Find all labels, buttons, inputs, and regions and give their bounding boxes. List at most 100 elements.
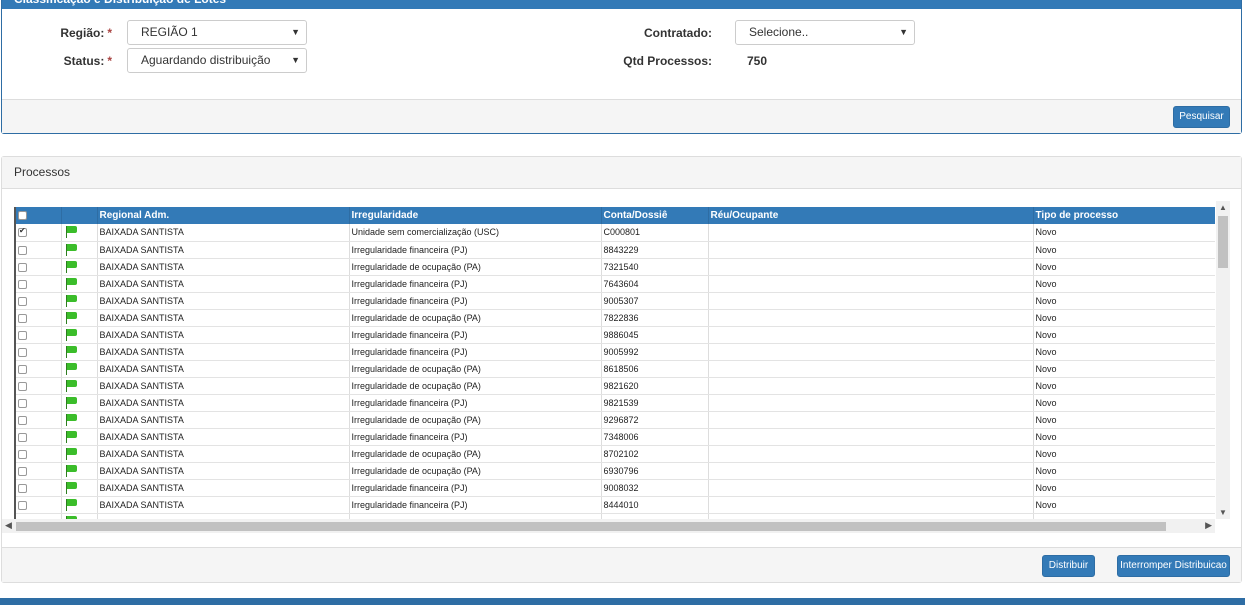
contratado-select-value: Selecione.. xyxy=(749,25,809,39)
table-row[interactable]: BAIXADA SANTISTA Irregularidade de ocupaç… xyxy=(16,462,1215,480)
column-header-tipo[interactable]: Tipo de processo xyxy=(1033,207,1215,224)
horizontal-scroll-thumb[interactable] xyxy=(16,522,1166,531)
green-flag-icon xyxy=(64,362,78,375)
cell-tipo: Novo xyxy=(1033,496,1215,514)
row-select-cell[interactable] xyxy=(16,411,62,429)
select-all-checkbox[interactable] xyxy=(18,210,27,220)
contratado-label: Contratado: xyxy=(644,26,712,40)
status-select[interactable]: Aguardando distribuição ▼ xyxy=(127,48,307,73)
row-checkbox[interactable] xyxy=(18,330,27,340)
table-row[interactable]: BAIXADA SANTISTA Irregularidade financeir… xyxy=(16,241,1215,259)
table-row[interactable]: BAIXADA SANTISTA Irregularidade de ocupaç… xyxy=(16,258,1215,276)
scroll-left-icon[interactable]: ◀ xyxy=(5,520,12,531)
status-flag-cell xyxy=(61,309,98,327)
row-select-cell[interactable] xyxy=(16,479,62,497)
row-checkbox[interactable] xyxy=(18,296,27,306)
column-header-irregularidade[interactable]: Irregularidade xyxy=(349,207,602,224)
vertical-scroll-thumb[interactable] xyxy=(1218,216,1228,268)
cell-reu xyxy=(708,394,1034,412)
green-flag-icon xyxy=(64,277,78,290)
green-flag-icon xyxy=(64,481,78,494)
table-row[interactable]: BAIXADA SANTISTA Irregularidade financeir… xyxy=(16,275,1215,293)
cell-irregularidade: Irregularidade de ocupação (PA) xyxy=(349,411,602,429)
table-row[interactable]: BAIXADA SANTISTA Irregularidade financeir… xyxy=(16,479,1215,497)
cell-regional: BAIXADA SANTISTA xyxy=(97,462,350,480)
table-row[interactable]: BAIXADA SANTISTA Irregularidade financeir… xyxy=(16,343,1215,361)
row-checkbox[interactable] xyxy=(18,313,27,323)
table-row[interactable]: BAIXADA SANTISTA Irregularidade de ocupaç… xyxy=(16,309,1215,327)
row-select-cell[interactable] xyxy=(16,496,62,514)
row-checkbox[interactable] xyxy=(18,364,27,374)
cell-irregularidade: Irregularidade de ocupação (PA) xyxy=(349,360,602,378)
regiao-select[interactable]: REGIÃO 1 ▼ xyxy=(127,20,307,45)
row-checkbox[interactable] xyxy=(18,381,27,391)
row-checkbox[interactable] xyxy=(18,449,27,459)
row-select-cell[interactable] xyxy=(16,428,62,446)
row-select-cell[interactable] xyxy=(16,275,62,293)
cell-conta: 9821620 xyxy=(601,377,709,395)
column-header-conta[interactable]: Conta/Dossiê xyxy=(601,207,709,224)
filter-panel: Classificação e Distribuição de Lotes Re… xyxy=(1,0,1242,134)
table-row[interactable]: BAIXADA SANTISTA Irregularidade financeir… xyxy=(16,326,1215,344)
row-checkbox[interactable] xyxy=(18,483,27,493)
row-checkbox[interactable] xyxy=(18,347,27,357)
cell-reu xyxy=(708,241,1034,259)
cell-tipo: Novo xyxy=(1033,411,1215,429)
table-row[interactable]: BAIXADA SANTISTA Irregularidade de ocupaç… xyxy=(16,360,1215,378)
green-flag-icon xyxy=(64,447,78,460)
table-row[interactable]: BAIXADA SANTISTA Irregularidade financeir… xyxy=(16,428,1215,446)
pesquisar-button[interactable]: Pesquisar xyxy=(1173,106,1230,128)
horizontal-scrollbar[interactable]: ◀ ▶ xyxy=(2,519,1215,533)
row-select-cell[interactable] xyxy=(16,360,62,378)
row-select-cell[interactable] xyxy=(16,343,62,361)
row-select-cell[interactable] xyxy=(16,462,62,480)
row-select-cell[interactable] xyxy=(16,224,62,242)
row-checkbox[interactable] xyxy=(18,262,27,272)
row-select-cell[interactable] xyxy=(16,309,62,327)
row-checkbox[interactable] xyxy=(18,245,27,255)
row-checkbox[interactable] xyxy=(18,279,27,289)
green-flag-icon xyxy=(64,345,78,358)
scroll-right-icon[interactable]: ▶ xyxy=(1205,520,1212,531)
row-select-cell[interactable] xyxy=(16,258,62,276)
row-checkbox[interactable] xyxy=(18,398,27,408)
table-row[interactable]: BAIXADA SANTISTAUnidade sem comercializa… xyxy=(16,224,1215,242)
cell-conta: 7822836 xyxy=(601,309,709,327)
select-all-header[interactable] xyxy=(16,207,62,224)
scroll-up-icon[interactable]: ▲ xyxy=(1219,203,1227,212)
row-select-cell[interactable] xyxy=(16,292,62,310)
row-checkbox[interactable] xyxy=(18,432,27,442)
filter-footer: Pesquisar xyxy=(2,99,1241,133)
cell-conta: 9005992 xyxy=(601,343,709,361)
table-row[interactable]: BAIXADA SANTISTA Irregularidade de ocupaç… xyxy=(16,411,1215,429)
table-row[interactable]: BAIXADA SANTISTA Irregularidade financeir… xyxy=(16,292,1215,310)
cell-reu xyxy=(708,377,1034,395)
row-checkbox[interactable] xyxy=(18,466,27,476)
row-checkbox[interactable] xyxy=(18,415,27,425)
interromper-distribuicao-button[interactable]: Interromper Distribuicao xyxy=(1117,555,1230,577)
status-flag-cell xyxy=(61,224,98,242)
row-checkbox[interactable] xyxy=(18,226,27,238)
distribuir-button[interactable]: Distribuir xyxy=(1042,555,1095,577)
row-select-cell[interactable] xyxy=(16,241,62,259)
table-row[interactable]: BAIXADA SANTISTA Irregularidade de ocupaç… xyxy=(16,445,1215,463)
row-select-cell[interactable] xyxy=(16,445,62,463)
column-header-reu[interactable]: Réu/Ocupante xyxy=(708,207,1034,224)
processos-table: Regional Adm. Irregularidade Conta/Dossi… xyxy=(16,207,1215,519)
green-flag-icon xyxy=(64,430,78,443)
row-select-cell[interactable] xyxy=(16,326,62,344)
cell-regional: BAIXADA SANTISTA xyxy=(97,224,350,242)
column-header-regional[interactable]: Regional Adm. xyxy=(97,207,350,224)
row-checkbox[interactable] xyxy=(18,500,27,510)
row-select-cell[interactable] xyxy=(16,377,62,395)
cell-conta: 6930796 xyxy=(601,462,709,480)
table-row[interactable]: BAIXADA SANTISTA Irregularidade financeir… xyxy=(16,496,1215,514)
vertical-scrollbar[interactable]: ▲ ▼ xyxy=(1216,201,1230,519)
table-row[interactable]: BAIXADA SANTISTA Irregularidade financeir… xyxy=(16,394,1215,412)
contratado-select[interactable]: Selecione.. ▼ xyxy=(735,20,915,45)
processos-footer: Distribuir Interromper Distribuicao xyxy=(2,547,1241,582)
row-select-cell[interactable] xyxy=(16,394,62,412)
cell-irregularidade: Irregularidade financeira (PJ) xyxy=(349,292,602,310)
table-row[interactable]: BAIXADA SANTISTA Irregularidade de ocupaç… xyxy=(16,377,1215,395)
scroll-down-icon[interactable]: ▼ xyxy=(1219,508,1227,517)
